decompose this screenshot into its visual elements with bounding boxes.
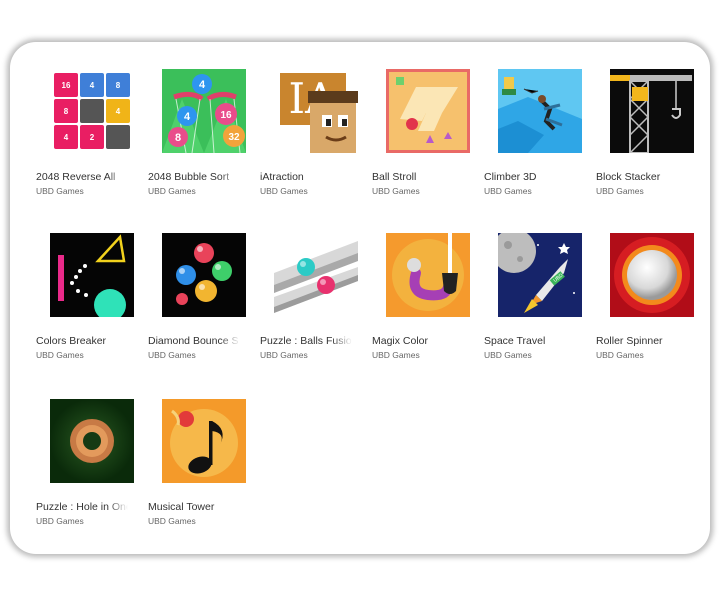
- app-developer: UBD Games: [260, 350, 308, 360]
- app-title: Colors Breaker: [36, 335, 107, 347]
- app-developer: UBD Games: [372, 186, 420, 196]
- climber-icon: [498, 69, 582, 153]
- app-title: Magix Color: [372, 335, 429, 347]
- app-title: Space Travel: [484, 335, 546, 347]
- app-developer: UBD Games: [36, 350, 84, 360]
- app-developer: UBD Games: [148, 186, 196, 196]
- app-title: Puzzle : Balls Fusio: [260, 335, 352, 347]
- ball-stroll-icon: [386, 69, 470, 153]
- grid-2048-icon: 16 4 8 8 4 4 2: [50, 69, 134, 153]
- diamond-bounce-icon: [162, 233, 246, 317]
- app-developer: UBD Games: [36, 516, 84, 526]
- block-stacker-icon: [610, 69, 694, 153]
- app-developer: UBD Games: [484, 350, 532, 360]
- bubble-value: 8: [175, 132, 181, 144]
- grid-cell-value: 4: [90, 81, 95, 90]
- app-title: Musical Tower: [148, 501, 215, 513]
- app-list-panel: 16 4 8 8 4 4 2 2048 Reverse All UBD Games: [10, 42, 710, 554]
- app-title: Climber 3D: [484, 171, 537, 183]
- app-developer: UBD Games: [484, 186, 532, 196]
- iatraction-icon: IA: [274, 69, 358, 153]
- grid-cell-value: 4: [64, 133, 69, 142]
- grid-cell-value: 2: [90, 133, 95, 142]
- app-title: iAtraction: [260, 171, 304, 183]
- musical-tower-icon: [162, 399, 246, 483]
- app-title: 2048 Reverse All: [36, 171, 116, 183]
- app-title: 2048 Bubble Sort: [148, 171, 230, 183]
- bubble-value: 32: [228, 132, 240, 143]
- app-developer: UBD Games: [148, 516, 196, 526]
- grid-cell: [106, 125, 130, 149]
- app-developer: UBD Games: [148, 350, 196, 360]
- grid-cell: [80, 99, 104, 123]
- bubble-value: 4: [199, 79, 206, 91]
- bubble-value: 4: [184, 111, 191, 123]
- grid-cell-value: 4: [116, 107, 121, 116]
- space-travel-icon: UBD: [498, 233, 582, 317]
- app-title: Ball Stroll: [372, 171, 417, 183]
- app-title: Block Stacker: [596, 171, 661, 183]
- magix-color-icon: [386, 233, 470, 317]
- app-title: Diamond Bounce S: [148, 335, 239, 347]
- grid-cell-value: 8: [64, 107, 69, 116]
- grid-cell-value: 8: [116, 81, 121, 90]
- app-developer: UBD Games: [372, 350, 420, 360]
- app-developer: UBD Games: [596, 350, 644, 360]
- grid-cell-value: 16: [62, 81, 71, 90]
- bubble-value: 16: [220, 110, 232, 121]
- hole-in-one-icon: [50, 399, 134, 483]
- colors-breaker-icon: [50, 233, 134, 317]
- bubble-sort-icon: 4 4 16 8 32: [162, 69, 246, 153]
- app-title: Roller Spinner: [596, 335, 663, 347]
- app-developer: UBD Games: [260, 186, 308, 196]
- app-developer: UBD Games: [596, 186, 644, 196]
- app-title: Puzzle : Hole in One: [36, 501, 128, 513]
- balls-fusion-icon: [274, 233, 358, 317]
- app-developer: UBD Games: [36, 186, 84, 196]
- roller-spinner-icon: [610, 233, 694, 317]
